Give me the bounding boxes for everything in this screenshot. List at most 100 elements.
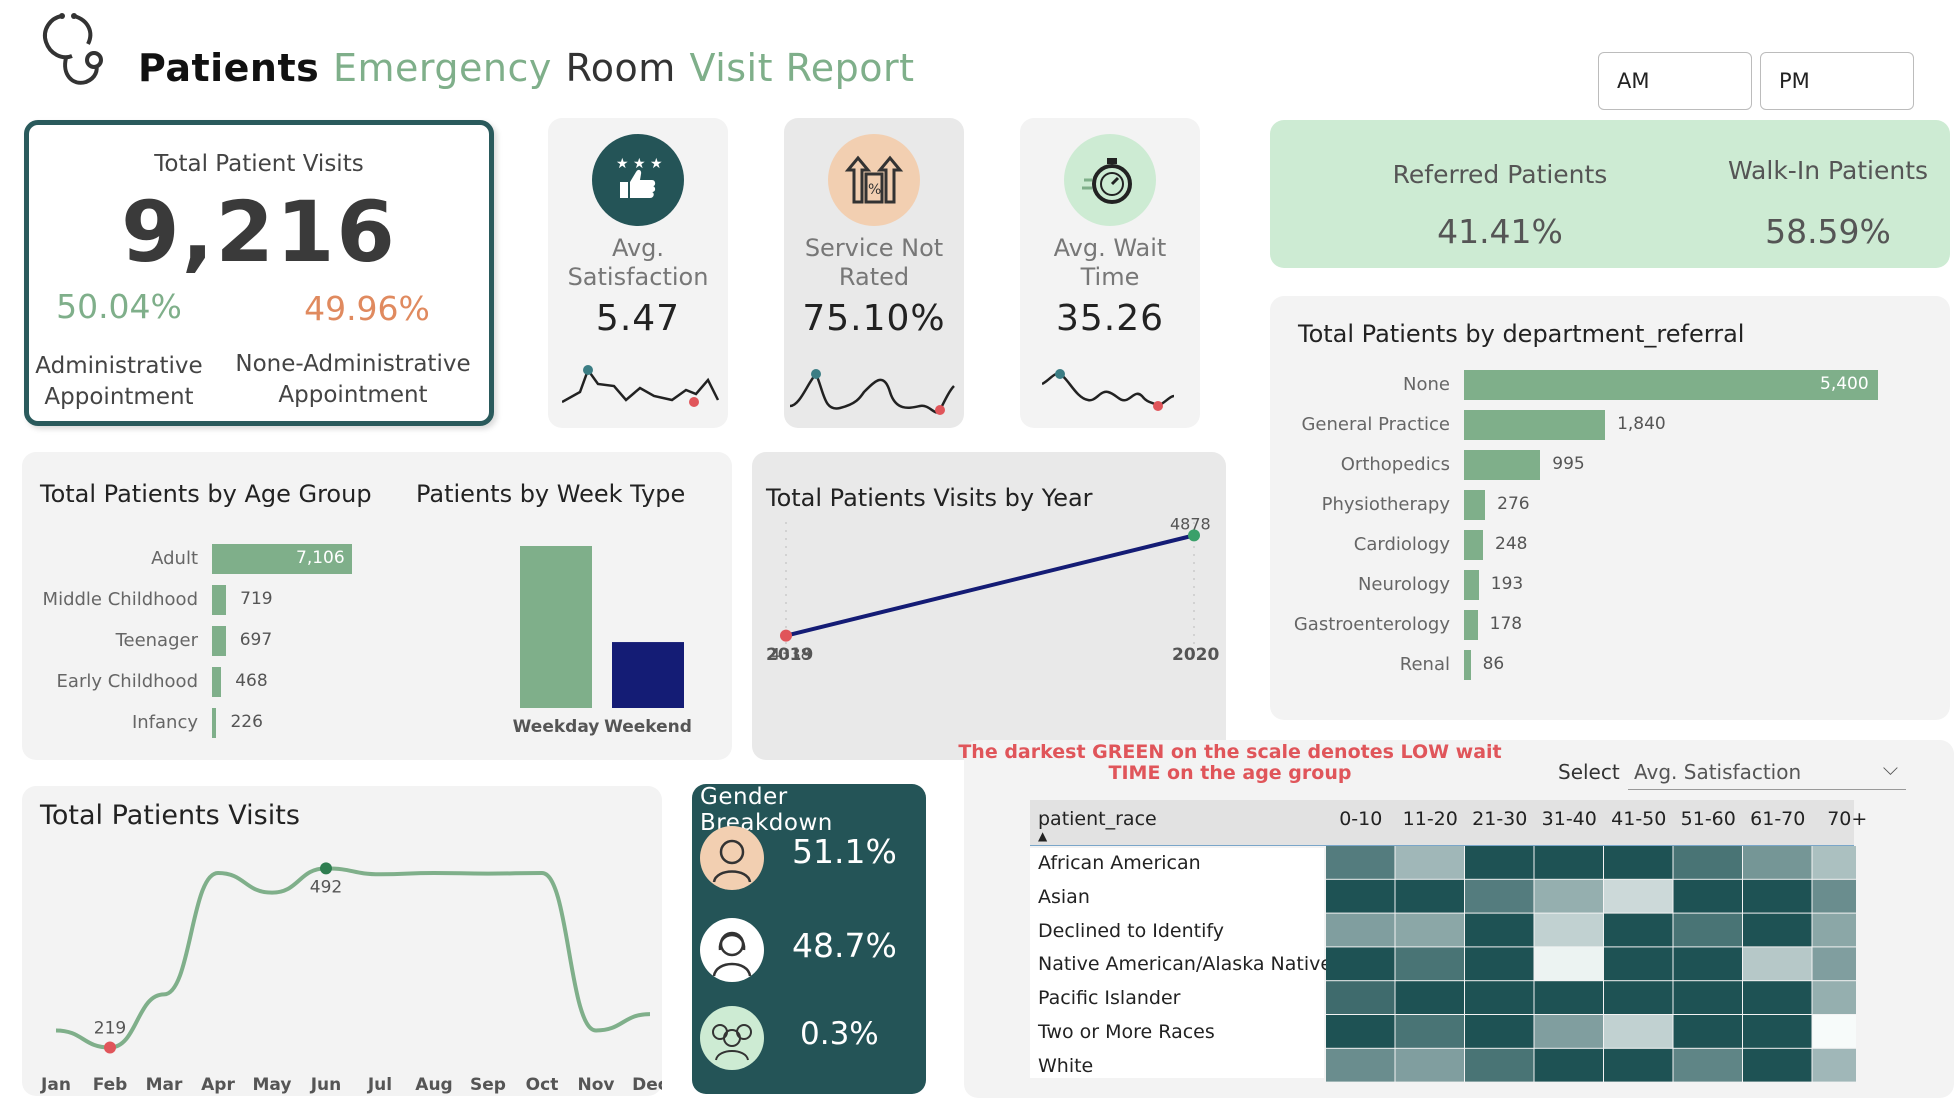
thumbs-up-stars-icon: ★ ★ ★: [592, 134, 684, 226]
department-bar[interactable]: [1464, 610, 1478, 640]
heatmap-cell[interactable]: [1534, 947, 1604, 981]
heatmap-cell[interactable]: [1534, 1048, 1604, 1082]
monthly-min-point[interactable]: [104, 1041, 116, 1054]
department-bar[interactable]: [1464, 370, 1878, 400]
heatmap-cell[interactable]: [1673, 1048, 1743, 1082]
heatmap-cell[interactable]: [1673, 1015, 1743, 1048]
metric-select[interactable]: Avg. Satisfaction ⌵: [1628, 750, 1906, 790]
heatmap-cell[interactable]: [1395, 879, 1465, 913]
heatmap-cell[interactable]: [1743, 1015, 1812, 1048]
department-bar[interactable]: [1464, 450, 1541, 480]
heatmap-cell[interactable]: [1326, 913, 1395, 947]
heatmap-cell[interactable]: [1673, 913, 1743, 947]
heatmap-cell[interactable]: [1465, 879, 1534, 913]
department-bar[interactable]: [1464, 490, 1486, 520]
heatmap-cell[interactable]: [1534, 846, 1604, 879]
heatmap-row-label: White: [1038, 1054, 1094, 1077]
heatmap-cell[interactable]: [1743, 981, 1812, 1014]
heatmap-cell[interactable]: [1604, 1048, 1673, 1082]
heatmap-cell[interactable]: [1812, 846, 1857, 879]
age-group-bar[interactable]: [212, 667, 222, 697]
heatmap-column-header[interactable]: 21-30: [1465, 808, 1535, 830]
week-type-bar[interactable]: [612, 642, 684, 708]
heatmap-cell[interactable]: [1326, 981, 1395, 1014]
heatmap-cell[interactable]: [1604, 913, 1673, 947]
heatmap-cell[interactable]: [1812, 947, 1857, 981]
week-type-bar[interactable]: [520, 546, 592, 708]
heatmap-column-header[interactable]: 61-70: [1743, 808, 1813, 830]
stethoscope-logo-icon: [32, 10, 104, 94]
heatmap-grid: [1326, 846, 1856, 1082]
heatmap-cell[interactable]: [1673, 981, 1743, 1014]
heatmap-cell[interactable]: [1673, 879, 1743, 913]
heatmap-cell[interactable]: [1812, 913, 1857, 947]
department-bar[interactable]: [1464, 570, 1479, 600]
department-label: Neurology: [1357, 574, 1450, 595]
race-column-header[interactable]: patient_race: [1038, 808, 1157, 830]
pm-filter-button[interactable]: PM: [1760, 52, 1914, 110]
heatmap-column-header[interactable]: 11-20: [1396, 808, 1466, 830]
heatmap-cell[interactable]: [1534, 1015, 1604, 1048]
am-filter-button[interactable]: AM: [1598, 52, 1752, 110]
total-visits-label: Total Patient Visits: [154, 151, 364, 177]
heatmap-column-header[interactable]: 51-60: [1674, 808, 1744, 830]
heatmap-cell[interactable]: [1812, 1048, 1857, 1082]
heatmap-cell[interactable]: [1673, 947, 1743, 981]
heatmap-cell[interactable]: [1395, 846, 1465, 879]
heatmap-column-header[interactable]: 70+: [1813, 808, 1883, 830]
department-bar[interactable]: [1464, 530, 1483, 560]
heatmap-cell[interactable]: [1326, 879, 1395, 913]
heatmap-cell[interactable]: [1465, 1015, 1534, 1048]
heatmap-cell[interactable]: [1743, 913, 1812, 947]
heatmap-cell[interactable]: [1673, 846, 1743, 879]
heatmap-cell[interactable]: [1812, 879, 1857, 913]
heatmap-cell[interactable]: [1604, 846, 1673, 879]
heatmap-cell[interactable]: [1465, 1048, 1534, 1082]
heatmap-cell[interactable]: [1743, 947, 1812, 981]
year-line: [785, 533, 1195, 638]
heatmap-column-header[interactable]: 0-10: [1326, 808, 1396, 830]
heatmap-cell[interactable]: [1465, 947, 1534, 981]
walkin-label: Walk-In Patients: [1727, 156, 1929, 185]
heatmap-cell[interactable]: [1326, 1015, 1395, 1048]
heatmap-cell[interactable]: [1395, 947, 1465, 981]
heatmap-cell[interactable]: [1395, 1048, 1465, 1082]
heatmap-cell[interactable]: [1812, 1015, 1857, 1048]
heatmap-cell[interactable]: [1743, 1048, 1812, 1082]
heatmap-cell[interactable]: [1743, 879, 1812, 913]
age-weektype-card: Total Patients by Age Group Patients by …: [22, 452, 732, 760]
sort-ascending-icon[interactable]: ▲: [1038, 829, 1047, 843]
heatmap-cell[interactable]: [1604, 879, 1673, 913]
age-group-bar[interactable]: [212, 585, 227, 615]
heatmap-cell[interactable]: [1395, 981, 1465, 1014]
heatmap-column-header[interactable]: 41-50: [1604, 808, 1674, 830]
age-group-bar[interactable]: [212, 708, 217, 738]
heatmap-cell[interactable]: [1326, 947, 1395, 981]
department-bar[interactable]: [1464, 650, 1471, 680]
heatmap-cell[interactable]: [1534, 981, 1604, 1014]
year-point[interactable]: [780, 629, 792, 642]
heatmap-cell[interactable]: [1604, 1015, 1673, 1048]
heatmap-cell[interactable]: [1534, 913, 1604, 947]
heatmap-cell[interactable]: [1465, 981, 1534, 1014]
heatmap-cell[interactable]: [1534, 879, 1604, 913]
heatmap-cell[interactable]: [1743, 846, 1812, 879]
heatmap-cell[interactable]: [1812, 981, 1857, 1014]
stopwatch-icon: [1064, 134, 1156, 226]
heatmap-column-header[interactable]: 31-40: [1535, 808, 1605, 830]
heatmap-cell[interactable]: [1465, 913, 1534, 947]
heatmap-cell[interactable]: [1604, 947, 1673, 981]
heatmap-cell[interactable]: [1326, 846, 1395, 879]
heatmap-cell[interactable]: [1326, 1048, 1395, 1082]
heatmap-cell[interactable]: [1465, 846, 1534, 879]
age-group-bar[interactable]: [212, 626, 226, 656]
heatmap-cell[interactable]: [1395, 1015, 1465, 1048]
heatmap-cell[interactable]: [1395, 913, 1465, 947]
heatmap-cell[interactable]: [1604, 981, 1673, 1014]
department-value: 276: [1497, 494, 1530, 514]
department-label: General Practice: [1301, 414, 1450, 435]
total-visits-card: Total Patient Visits 9,216 50.04% 49.96%…: [24, 120, 494, 426]
department-bar[interactable]: [1464, 410, 1606, 440]
month-tick-label: Apr: [201, 1075, 235, 1095]
monthly-max-point[interactable]: [320, 862, 332, 875]
